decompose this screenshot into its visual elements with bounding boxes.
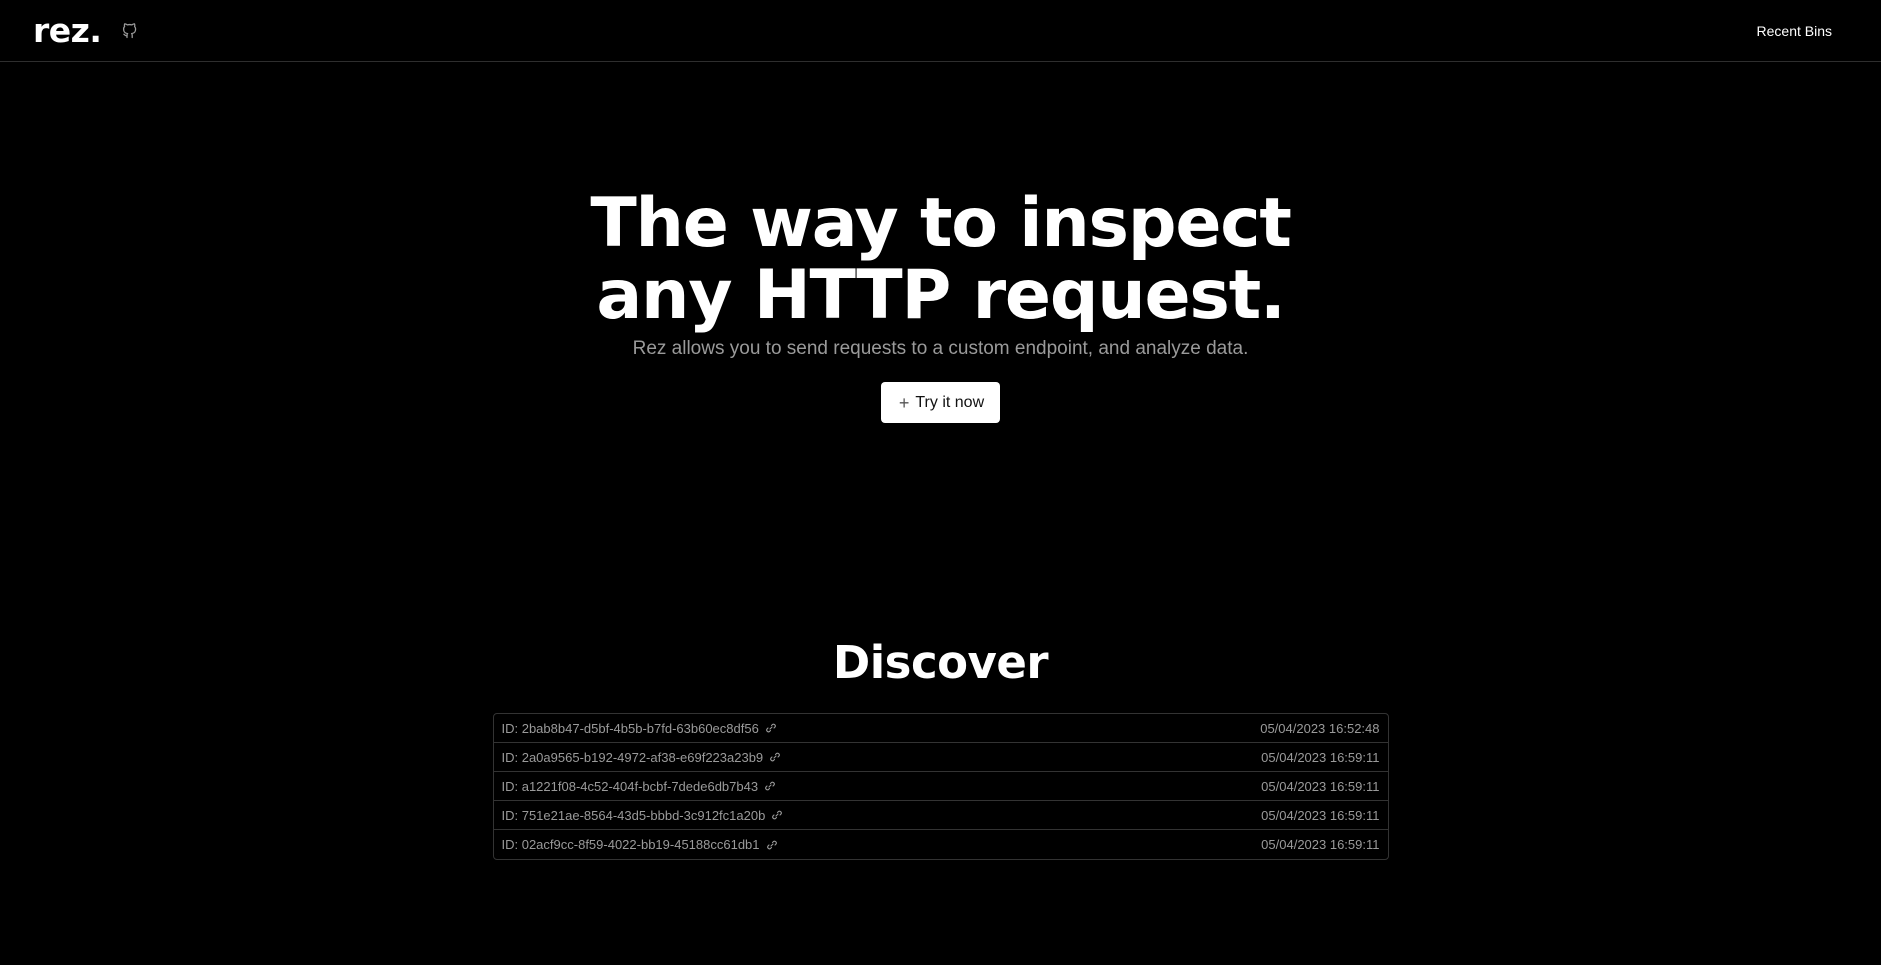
logo[interactable]: rez. <box>33 14 102 47</box>
link-icon[interactable] <box>766 839 778 851</box>
bin-id-cell: ID: 2bab8b47-d5bf-4b5b-b7fd-63b60ec8df56 <box>502 721 777 736</box>
brand: rez. <box>33 14 139 47</box>
page: rez. Recent Bins The way to inspect any … <box>0 0 1881 965</box>
bin-row[interactable]: ID: 2a0a9565-b192-4972-af38-e69f223a23b9… <box>493 743 1388 772</box>
discover-section: Discover ID: 2bab8b47-d5bf-4b5b-b7fd-63b… <box>0 636 1881 860</box>
bin-id-cell: ID: 02acf9cc-8f59-4022-bb19-45188cc61db1 <box>502 837 778 852</box>
bin-timestamp: 05/04/2023 16:52:48 <box>1260 720 1380 736</box>
bin-timestamp: 05/04/2023 16:59:11 <box>1261 837 1380 852</box>
recent-bins-link[interactable]: Recent Bins <box>1757 23 1832 39</box>
github-icon[interactable] <box>119 21 139 41</box>
bin-row[interactable]: ID: a1221f08-4c52-404f-bcbf-7dede6db7b43… <box>493 772 1388 801</box>
bin-list: ID: 2bab8b47-d5bf-4b5b-b7fd-63b60ec8df56… <box>492 713 1389 860</box>
bin-id: ID: 751e21ae-8564-43d5-bbbd-3c912fc1a20b <box>501 807 766 823</box>
bin-id-cell: ID: 751e21ae-8564-43d5-bbbd-3c912fc1a20b <box>502 808 784 823</box>
bin-id: ID: 02acf9cc-8f59-4022-bb19-45188cc61db1 <box>501 837 760 852</box>
link-icon[interactable] <box>764 780 776 792</box>
bin-timestamp: 05/04/2023 16:59:11 <box>1261 778 1380 794</box>
link-icon[interactable] <box>765 722 777 734</box>
discover-title: Discover <box>832 636 1049 689</box>
plus-icon: + <box>898 392 910 413</box>
try-it-now-label: Try it now <box>915 393 985 411</box>
bin-id-cell: ID: a1221f08-4c52-404f-bcbf-7dede6db7b43 <box>502 779 777 794</box>
hero-section: The way to inspect any HTTP request. Rez… <box>0 188 1881 423</box>
bin-id: ID: 2bab8b47-d5bf-4b5b-b7fd-63b60ec8df56 <box>501 720 759 736</box>
bin-timestamp: 05/04/2023 16:59:11 <box>1261 807 1380 823</box>
bin-id: ID: a1221f08-4c52-404f-bcbf-7dede6db7b43 <box>501 778 759 794</box>
hero-title: The way to inspect any HTTP request. <box>590 184 1292 335</box>
bin-id: ID: 2a0a9565-b192-4972-af38-e69f223a23b9 <box>501 749 764 765</box>
bin-id-cell: ID: 2a0a9565-b192-4972-af38-e69f223a23b9 <box>502 750 782 765</box>
bin-row[interactable]: ID: 2bab8b47-d5bf-4b5b-b7fd-63b60ec8df56… <box>493 714 1388 743</box>
bin-row[interactable]: ID: 751e21ae-8564-43d5-bbbd-3c912fc1a20b… <box>493 801 1388 830</box>
bin-row[interactable]: ID: 02acf9cc-8f59-4022-bb19-45188cc61db1… <box>494 830 1388 859</box>
cta-wrapper: + Try it now <box>0 382 1881 423</box>
bin-timestamp: 05/04/2023 16:59:11 <box>1261 749 1380 765</box>
link-icon[interactable] <box>771 809 783 821</box>
hero-subtitle: Rez allows you to send requests to a cus… <box>632 338 1249 359</box>
link-icon[interactable] <box>769 751 781 763</box>
top-navbar: rez. Recent Bins <box>0 0 1881 62</box>
try-it-now-button[interactable]: + Try it now <box>880 382 1001 423</box>
